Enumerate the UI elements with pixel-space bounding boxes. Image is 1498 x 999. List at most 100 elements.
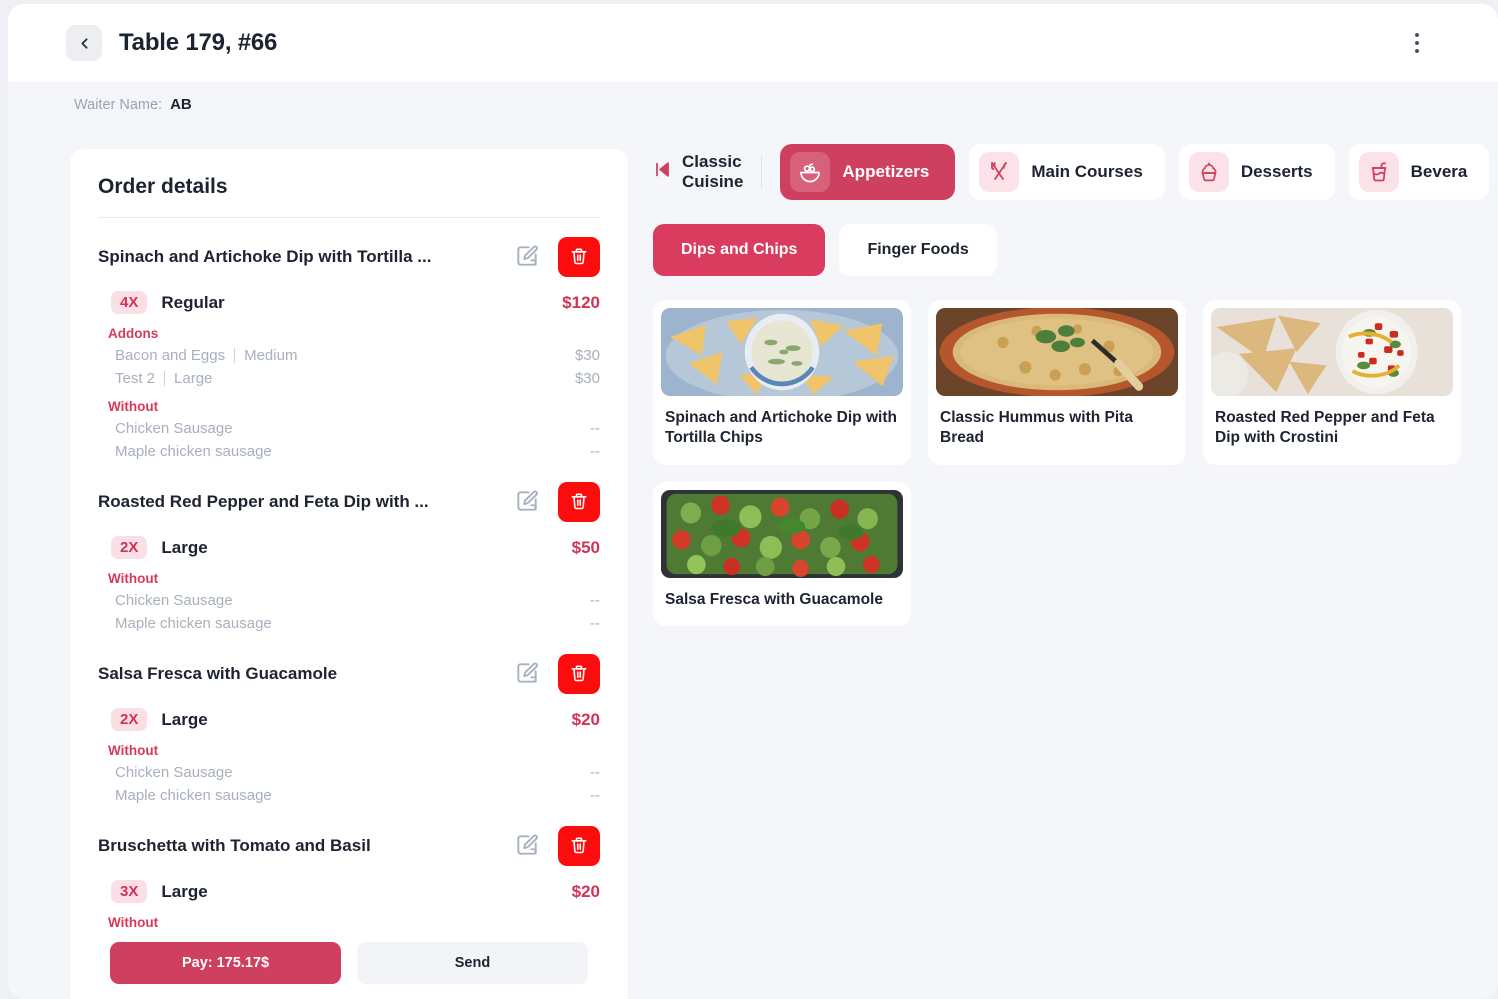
edit-pencil-icon: [514, 243, 540, 272]
category-tab-desserts[interactable]: Desserts: [1178, 144, 1335, 200]
delete-item-button[interactable]: [558, 237, 600, 277]
delete-item-button[interactable]: [558, 482, 600, 522]
delete-item-button[interactable]: [558, 826, 600, 866]
edit-item-button[interactable]: [512, 831, 542, 861]
without-name: Maple chicken sausage: [115, 615, 272, 632]
waiter-label: Waiter Name:: [74, 97, 163, 113]
order-details-heading: Order details: [98, 175, 228, 198]
item-price: $120: [562, 292, 600, 312]
addon-name: Bacon and Eggs: [115, 347, 226, 364]
page-title: Table 179, #66: [119, 29, 278, 56]
without-price: --: [590, 443, 600, 460]
without-label: Without: [108, 399, 159, 414]
order-item-quantity-row: 3X Large $20: [98, 880, 600, 903]
without-name: Chicken Sausage: [115, 764, 233, 781]
salad-bowl-icon: [790, 152, 831, 192]
addon-variant: Medium: [244, 347, 298, 364]
product-card-grid[interactable]: Spinach and Artichoke Dip with Tortilla …: [653, 300, 1463, 627]
back-button[interactable]: [66, 25, 102, 61]
product-card[interactable]: Salsa Fresca with Guacamole: [653, 481, 911, 627]
order-details-header: Order details: [70, 149, 628, 218]
order-item-name: Roasted Red Pepper and Feta Dip with ...: [98, 492, 429, 511]
edit-item-button[interactable]: [512, 487, 542, 517]
product-card-title: Spinach and Artichoke Dip with Tortilla …: [665, 409, 897, 447]
without-name: Chicken Sausage: [115, 592, 233, 609]
separator: [234, 348, 236, 363]
chevron-left-icon: [80, 37, 88, 49]
classic-cuisine-label: Classic Cuisine: [682, 152, 744, 191]
edit-pencil-icon: [514, 488, 540, 517]
kebab-menu-icon[interactable]: [1404, 28, 1430, 58]
drink-cup-icon: [1358, 152, 1399, 192]
product-card[interactable]: Classic Hummus with Pita Bread: [928, 300, 1186, 465]
category-tab-label: Main Courses: [1031, 162, 1143, 181]
classic-cuisine-button[interactable]: Classic Cuisine: [653, 152, 763, 191]
app-window: Table 179, #66 Waiter Name: AB Order det…: [8, 4, 1498, 999]
subcategory-chip-dips-and-chips[interactable]: Dips and Chips: [653, 224, 826, 276]
order-item-header: Salsa Fresca with Guacamole: [98, 654, 600, 694]
product-card-title: Classic Hummus with Pita Bread: [940, 409, 1133, 447]
subcategory-chip-finger-foods[interactable]: Finger Foods: [839, 224, 997, 276]
without-row: Maple chicken sausage --: [98, 787, 600, 804]
without-label: Without: [108, 571, 159, 586]
order-item-quantity-row: 2X Large $20: [98, 708, 600, 731]
order-item: Salsa Fresca with Guacamole 2X Large $20 Wit…: [98, 632, 600, 804]
order-item-header: Spinach and Artichoke Dip with Tortilla …: [98, 237, 600, 277]
category-tab-label: Appetizers: [842, 162, 930, 181]
addon-variant: Large: [174, 370, 213, 387]
category-tab-appetizers[interactable]: Appetizers: [780, 144, 956, 200]
without-row: Maple chicken sausage --: [98, 443, 600, 460]
without-price: --: [590, 592, 600, 609]
addon-row: Bacon and Eggs Medium $30: [98, 347, 600, 364]
delete-item-button[interactable]: [558, 654, 600, 694]
edit-item-button[interactable]: [512, 659, 542, 689]
order-item-quantity-row: 4X Regular $120: [98, 291, 600, 314]
without-price: --: [590, 764, 600, 781]
without-row: Chicken Sausage --: [98, 592, 600, 609]
quantity-badge: 3X: [111, 880, 148, 903]
addon-row: Test 2 Large $30: [98, 370, 600, 387]
cupcake-icon: [1188, 152, 1229, 192]
addon-name: Test 2: [115, 370, 156, 387]
quantity-badge: 2X: [111, 536, 148, 559]
trash-icon: [569, 835, 589, 858]
category-tab-bevera[interactable]: Bevera: [1348, 144, 1490, 200]
without-row: Chicken Sausage --: [98, 420, 600, 437]
order-item-name: Bruschetta with Tomato and Basil: [98, 836, 371, 855]
fork-knife-cross-icon: [979, 152, 1020, 192]
category-tab-bar[interactable]: Classic Cuisine Appetizers Main Courses Des…: [653, 142, 1498, 202]
order-item: Spinach and Artichoke Dip with Tortilla …: [98, 215, 600, 460]
product-card-title: Salsa Fresca with Guacamole: [665, 590, 883, 608]
order-item: Bruschetta with Tomato and Basil 3X Large $…: [98, 804, 600, 930]
send-button[interactable]: Send: [357, 942, 588, 984]
quantity-badge: 2X: [111, 708, 148, 731]
trash-icon: [569, 663, 589, 686]
product-card[interactable]: Roasted Red Pepper and Feta Dip with Cro…: [1203, 300, 1461, 465]
order-item-header: Roasted Red Pepper and Feta Dip with ...: [98, 482, 600, 522]
order-item-name: Salsa Fresca with Guacamole: [98, 664, 338, 683]
order-item-name: Spinach and Artichoke Dip with Tortilla …: [98, 247, 432, 266]
addons-label: Addons: [108, 326, 159, 341]
subcategory-chip-bar[interactable]: Dips and Chips Finger Foods: [653, 224, 1498, 276]
without-price: --: [590, 787, 600, 804]
without-price: --: [590, 615, 600, 632]
without-name: Maple chicken sausage: [115, 787, 272, 804]
quantity-badge: 4X: [111, 291, 148, 314]
salsa-fresca-photo: [661, 489, 903, 578]
without-row: Chicken Sausage --: [98, 764, 600, 781]
order-item: Roasted Red Pepper and Feta Dip with ...…: [98, 460, 600, 632]
pay-button[interactable]: Pay: 175.17$: [110, 942, 341, 984]
item-size-label: Large: [161, 881, 208, 901]
skip-back-icon: [653, 160, 672, 184]
without-name: Maple chicken sausage: [115, 443, 272, 460]
edit-item-button[interactable]: [512, 242, 542, 272]
edit-pencil-icon: [514, 660, 540, 689]
category-tab-main-courses[interactable]: Main Courses: [969, 144, 1165, 200]
top-bar: Table 179, #66: [8, 4, 1498, 82]
product-card[interactable]: Spinach and Artichoke Dip with Tortilla …: [653, 300, 911, 465]
order-footer-bar: Pay: 175.17$ Send: [70, 927, 628, 999]
item-size-label: Regular: [161, 292, 225, 312]
addon-price: $30: [574, 370, 600, 387]
order-item-list[interactable]: Spinach and Artichoke Dip with Tortilla …: [70, 215, 628, 999]
without-row: Maple chicken sausage --: [98, 615, 600, 632]
